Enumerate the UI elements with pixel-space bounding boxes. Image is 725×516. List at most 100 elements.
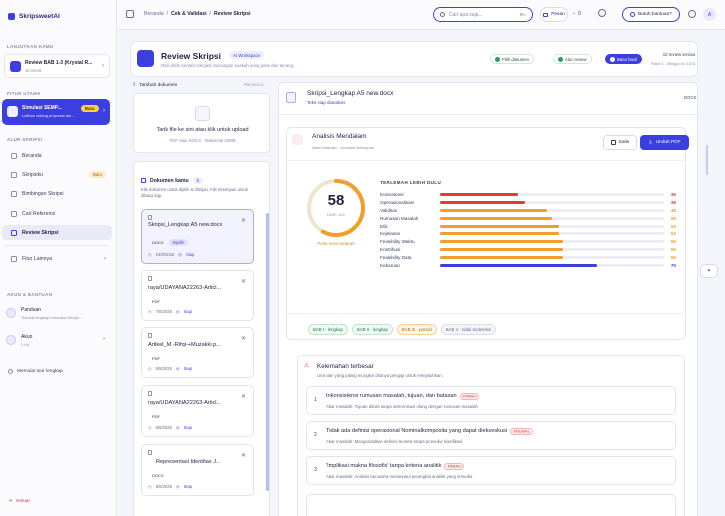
sidebar-item-skripsiku[interactable]: Skripsiku Baru bbox=[2, 167, 112, 182]
document-icon bbox=[286, 92, 296, 103]
document-item[interactable]: ✕ Artikel_M.-Rifqi-+Muzakki.p... PDF ◷ 5… bbox=[141, 327, 254, 378]
bar-row: Kejelasan 53 bbox=[380, 230, 676, 238]
calendar-icon: ◷ bbox=[148, 252, 152, 257]
bar-label: Kontribusi bbox=[380, 246, 401, 252]
continue-sub: 15 menit bbox=[25, 68, 42, 73]
file-icon bbox=[148, 215, 152, 220]
weaknesses-title: Kelemahan terbesar bbox=[317, 363, 374, 370]
weakness-item[interactable] bbox=[306, 494, 676, 516]
severity-badge: PARAH bbox=[459, 392, 480, 400]
dropzone-sub: PDF atau DOCX · Maksimal 20MB bbox=[169, 138, 236, 143]
document-item[interactable]: ✕ Representasi Identitas J... DOCX ◷ 5/8… bbox=[141, 444, 254, 496]
copy-button[interactable]: Salin bbox=[603, 135, 637, 150]
tour-link[interactable]: Memulai tour lengkap bbox=[8, 369, 63, 374]
sidebar-item-fitur-lainnya[interactable]: Fitur Lainnya › bbox=[2, 251, 112, 266]
sidebar-item-review[interactable]: Review Skripsi bbox=[2, 225, 112, 240]
add-document[interactable]: ⇧ Tambah dokumen bbox=[132, 82, 177, 88]
calendar-icon: ◷ bbox=[148, 425, 152, 430]
bar-track bbox=[439, 232, 665, 236]
help-label: Butuh bantuan? bbox=[638, 12, 672, 17]
guide-item[interactable]: Panduan Tutorial lengkap memakai Skrips.… bbox=[6, 305, 110, 325]
document-item[interactable]: ✕ raya/UDAYANA22263-Articl... PDF ◷ 7/8/… bbox=[141, 270, 254, 321]
step-pilih-dokumen[interactable]: Pilih dokumen bbox=[490, 54, 534, 64]
sidebar: SkripsweetAI LANJUTKAN KAMU Review BAB 1… bbox=[0, 0, 117, 516]
documents-count: 5 bbox=[192, 177, 203, 184]
account-item[interactable]: Akun 1 Ko › bbox=[6, 332, 110, 352]
logout-button[interactable]: ⇥ Keluar bbox=[8, 498, 30, 504]
bar-track bbox=[439, 193, 665, 197]
upload-dropzone[interactable]: Tarik file ke sini atau klik untuk uploa… bbox=[133, 93, 270, 153]
close-icon[interactable]: ✕ bbox=[241, 452, 246, 459]
bar-value: 55 bbox=[670, 239, 676, 245]
weakness-item[interactable]: 3 'Implikasi makna filosofis' tanpa krit… bbox=[306, 456, 676, 485]
bar-value: 55 bbox=[670, 246, 676, 252]
breadcrumb-home[interactable]: Beranda bbox=[144, 11, 164, 17]
document-meta: ◷ 7/8/2025 ◎ Siap bbox=[148, 309, 192, 314]
bar-value: 53 bbox=[670, 231, 676, 237]
score-label: DARI 100 bbox=[327, 213, 345, 217]
weakness-title: Tidak ada definisi operasional Nominalko… bbox=[326, 427, 534, 435]
file-icon bbox=[148, 333, 152, 338]
bar-label: Feasibility Data bbox=[380, 254, 412, 260]
weakness-desc: Akar masalah: Mengandalkan definisi teor… bbox=[326, 439, 463, 444]
floating-tools-button[interactable]: ✦ bbox=[700, 264, 718, 278]
logout-label: Keluar bbox=[16, 498, 31, 504]
sidebar-item-bimbingan[interactable]: Bimbingan Skripsi bbox=[2, 186, 112, 201]
messages-button[interactable]: Pesan bbox=[540, 7, 568, 22]
bar-row: Validitas 48 bbox=[380, 207, 676, 215]
divider bbox=[287, 160, 685, 161]
weakness-desc: Akar masalah: Tujuan ditulis tanpa sinkr… bbox=[326, 404, 478, 409]
weakness-desc: Akar masalah: Analisis berusaha melampau… bbox=[326, 474, 473, 479]
close-icon[interactable]: ✕ bbox=[241, 335, 246, 342]
documents-scrollbar[interactable] bbox=[266, 213, 269, 491]
close-icon[interactable]: ✕ bbox=[241, 393, 246, 400]
close-icon[interactable]: ✕ bbox=[241, 278, 246, 285]
sidebar-item-referensi[interactable]: Cari Referensi bbox=[2, 206, 112, 221]
sidebar-item-beranda[interactable]: Beranda bbox=[2, 148, 112, 163]
notification-counter[interactable]: ◔ 0 bbox=[572, 11, 581, 17]
page-title: Review Skripsi bbox=[161, 51, 222, 61]
document-item[interactable]: ✕ Skripsi_Lengkap A5 new.docx DOCX Dipil… bbox=[141, 209, 254, 264]
document-item[interactable]: ✕ raya/UDAYANA22263-Articl... PDF ◷ 6/8/… bbox=[141, 385, 254, 437]
download-pdf-button[interactable]: ⇩ Unduh PDF bbox=[640, 135, 689, 150]
close-icon[interactable]: ✕ bbox=[241, 217, 246, 224]
copy-icon bbox=[610, 140, 616, 145]
breadcrumb-cek[interactable]: Cek & Validasi bbox=[171, 11, 206, 17]
document-format: PDF bbox=[152, 414, 160, 419]
analysis-sub: Hasil evaluasi - otomatis tersimpan bbox=[312, 145, 375, 150]
step-label: Baca hasil bbox=[617, 56, 637, 62]
step-atur-review[interactable]: Atur review bbox=[553, 54, 592, 64]
document-status: Siap bbox=[183, 425, 193, 430]
avatar[interactable]: A bbox=[703, 8, 716, 21]
gear-icon[interactable] bbox=[688, 10, 696, 18]
bar bbox=[439, 216, 552, 220]
download-icon bbox=[10, 61, 21, 72]
search-input[interactable]: Cari apa saja... ⌘K bbox=[433, 7, 533, 22]
document-date: 6/8/2025 bbox=[155, 425, 172, 430]
section-continue: LANJUTKAN KAMU bbox=[7, 44, 54, 49]
chat-icon bbox=[11, 190, 17, 197]
bar-track bbox=[439, 247, 665, 251]
step-baca-hasil[interactable]: Baca hasil bbox=[605, 54, 642, 64]
divider bbox=[287, 313, 685, 314]
document-meta: ◷ 5/8/2025 ◎ Siap bbox=[148, 366, 192, 371]
weakness-number: 3 bbox=[314, 467, 317, 473]
sidebar-toggle-icon[interactable] bbox=[126, 10, 134, 18]
chevron-right-icon: › bbox=[103, 336, 105, 342]
bar-value: 38 bbox=[670, 200, 676, 206]
bar-value: 70 bbox=[670, 262, 676, 268]
app-logo[interactable]: SkripsweetAI bbox=[8, 13, 60, 20]
simulation-card[interactable]: Simulasi SEMP... Baru Latihan sidang pro… bbox=[2, 99, 110, 125]
continue-card[interactable]: Review BAB 1-3 (Krystal R... 15 menit › bbox=[4, 54, 110, 78]
settings-icon[interactable] bbox=[598, 9, 606, 17]
bar bbox=[439, 247, 564, 251]
weakness-item[interactable]: 2 Tidak ada definisi operasional Nominal… bbox=[306, 421, 676, 450]
sparkle-icon: ✦ bbox=[706, 268, 712, 274]
calendar-icon: ◷ bbox=[148, 484, 152, 489]
weakness-item[interactable]: 1 Inkonsistensi rumusan masalah, tujuan,… bbox=[306, 386, 676, 415]
help-button[interactable]: Butuh bantuan? bbox=[622, 7, 680, 22]
page-scrollbar[interactable] bbox=[706, 145, 708, 175]
analysis-title: Analisis Mendalam bbox=[312, 133, 367, 140]
chapter-tag: BAB II · lengkap bbox=[351, 324, 393, 335]
guide-title: Panduan bbox=[21, 307, 42, 313]
